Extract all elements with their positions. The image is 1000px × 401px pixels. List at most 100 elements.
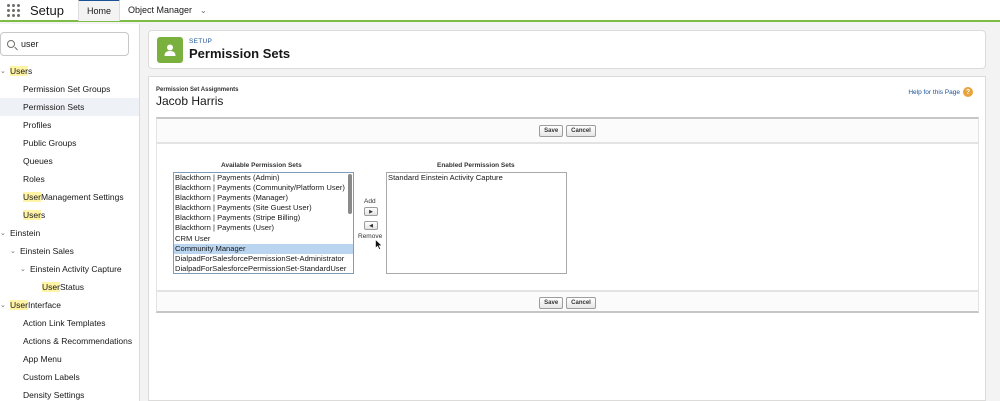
available-permission-sets-list[interactable]: Blackthorn | Payments (Admin) Blackthorn… xyxy=(173,172,354,274)
tree-label: Einstein Activity Capture xyxy=(30,264,122,274)
top-button-bar: Save Cancel xyxy=(156,117,979,143)
mouse-cursor-icon xyxy=(375,239,383,250)
bottom-button-bar: Save Cancel xyxy=(156,291,979,313)
cancel-button[interactable]: Cancel xyxy=(566,125,596,137)
chevron-down-icon[interactable]: ⌄ xyxy=(20,265,28,273)
tree-item-users[interactable]: ⌄ User s xyxy=(0,62,139,80)
tree-item-permission-sets[interactable]: Permission Sets xyxy=(0,98,139,116)
enabled-list-title: Enabled Permission Sets xyxy=(437,162,515,169)
section-label: Permission Set Assignments xyxy=(156,87,239,93)
cancel-button-bottom[interactable]: Cancel xyxy=(566,297,596,309)
tab-object-manager[interactable]: Object Manager ⌄ xyxy=(120,0,215,21)
add-arrow-button[interactable]: ▶ xyxy=(364,207,378,216)
global-header: Setup Home Object Manager ⌄ xyxy=(0,0,1000,22)
tree-item-profiles[interactable]: Profiles xyxy=(0,116,139,134)
save-button[interactable]: Save xyxy=(539,125,564,137)
tree-label: Einstein Sales xyxy=(20,246,74,256)
add-label: Add xyxy=(364,198,376,205)
tree-item-users-sub[interactable]: User s xyxy=(0,206,139,224)
enabled-permission-sets-list[interactable]: Standard Einstein Activity Capture xyxy=(386,172,567,274)
app-name: Setup xyxy=(30,2,64,18)
chevron-down-icon[interactable]: ⌄ xyxy=(10,247,18,255)
chevron-down-icon[interactable]: ⌄ xyxy=(0,229,8,237)
tree-label: Action Link Templates xyxy=(23,318,106,328)
arrow-right-icon: ▶ xyxy=(369,208,373,215)
tree-label: s xyxy=(27,66,33,76)
tree-item-queues[interactable]: Queues xyxy=(0,152,139,170)
tree-item-user-interface[interactable]: ⌄ User Interface xyxy=(0,296,139,314)
app-launcher-icon[interactable] xyxy=(0,0,26,21)
tree-label: Public Groups xyxy=(23,138,77,148)
list-option[interactable]: DialpadForSalesforcePermissionSet-Admini… xyxy=(174,254,353,264)
tree-label: s xyxy=(40,210,46,220)
tree-item-user-status[interactable]: User Status xyxy=(0,278,139,296)
tree-label: Profiles xyxy=(23,120,52,130)
chevron-down-icon[interactable]: ⌄ xyxy=(200,6,207,15)
tree-label: Einstein xyxy=(10,228,41,238)
list-option[interactable]: CRM User xyxy=(174,234,353,244)
help-icon[interactable]: ? xyxy=(963,87,973,97)
user-icon xyxy=(157,36,183,63)
help-link-text[interactable]: Help for this Page xyxy=(908,89,960,96)
available-list-title: Available Permission Sets xyxy=(221,162,302,169)
tree-item-density-settings[interactable]: Density Settings xyxy=(0,386,139,401)
tree-item-public-groups[interactable]: Public Groups xyxy=(0,134,139,152)
tree-label-highlight: User xyxy=(10,300,28,310)
page-title: Permission Sets xyxy=(189,46,291,61)
tree-label: Permission Sets xyxy=(23,102,85,112)
main-content: Permission Set Assignments Jacob Harris … xyxy=(148,76,986,401)
list-option[interactable]: Blackthorn | Payments (Manager) xyxy=(174,193,353,203)
tree-label: Density Settings xyxy=(23,390,85,400)
tree-label-highlight: User xyxy=(42,282,60,292)
user-name: Jacob Harris xyxy=(156,94,224,108)
list-option[interactable]: Blackthorn | Payments (Site Guest User) xyxy=(174,203,353,213)
tree-label: App Menu xyxy=(23,354,62,364)
breadcrumb[interactable]: SETUP xyxy=(189,38,290,45)
tree-item-custom-labels[interactable]: Custom Labels xyxy=(0,368,139,386)
tree-label-highlight: User xyxy=(10,66,28,76)
tree-label: Actions & Recommendations xyxy=(23,336,133,346)
tree-item-einstein-sales[interactable]: ⌄ Einstein Sales xyxy=(0,242,139,260)
chevron-down-icon[interactable]: ⌄ xyxy=(0,301,8,309)
scrollbar[interactable] xyxy=(348,174,352,214)
tab-label: Object Manager xyxy=(128,5,193,15)
tree-label-highlight: User xyxy=(23,210,41,220)
list-option[interactable]: Blackthorn | Payments (Stripe Billing) xyxy=(174,213,353,223)
tree-label: Custom Labels xyxy=(23,372,80,382)
arrow-left-icon: ◀ xyxy=(369,222,373,229)
list-option-selected[interactable]: Community Manager xyxy=(174,243,353,254)
tab-home[interactable]: Home xyxy=(77,0,120,21)
tree-item-einstein[interactable]: ⌄ Einstein xyxy=(0,224,139,242)
help-link[interactable]: Help for this Page? xyxy=(908,87,973,97)
save-button-bottom[interactable]: Save xyxy=(539,297,564,309)
tree-label-highlight: User xyxy=(23,192,41,202)
tree-label: Management Settings xyxy=(40,192,124,202)
duel-list-section: Available Permission Sets Enabled Permis… xyxy=(156,143,979,291)
tree-item-roles[interactable]: Roles xyxy=(0,170,139,188)
tree-item-app-menu[interactable]: App Menu xyxy=(0,350,139,368)
tree-item-actions-recommendations[interactable]: Actions & Recommendations xyxy=(0,332,139,350)
tab-label: Home xyxy=(86,6,111,16)
chevron-down-icon[interactable]: ⌄ xyxy=(0,67,8,75)
tree-item-permission-set-groups[interactable]: Permission Set Groups xyxy=(0,80,139,98)
tree-label: Interface xyxy=(27,300,62,310)
search-icon xyxy=(7,40,15,48)
list-option[interactable]: Blackthorn | Payments (Community/Platfor… xyxy=(174,183,353,193)
tree-label: Roles xyxy=(23,174,45,184)
tree-label: Permission Set Groups xyxy=(23,84,111,94)
remove-arrow-button[interactable]: ◀ xyxy=(364,221,378,230)
page-header: SETUP Permission Sets xyxy=(148,30,986,69)
tree-label: Queues xyxy=(23,156,53,166)
tree-item-action-link-templates[interactable]: Action Link Templates xyxy=(0,314,139,332)
tree-item-user-management-settings[interactable]: User Management Settings xyxy=(0,188,139,206)
tree-item-einstein-activity-capture[interactable]: ⌄ Einstein Activity Capture xyxy=(0,260,139,278)
tree-label: Status xyxy=(59,282,85,292)
setup-tree: ⌄ User s Permission Set Groups Permission … xyxy=(0,62,139,401)
list-option[interactable]: Standard Einstein Activity Capture xyxy=(387,173,566,183)
list-option[interactable]: Blackthorn | Payments (Admin) xyxy=(174,173,353,183)
quick-find[interactable] xyxy=(0,32,129,56)
quick-find-input[interactable] xyxy=(21,39,121,49)
list-option[interactable]: DialpadForSalesforcePermissionSet-Standa… xyxy=(174,264,353,273)
list-option[interactable]: Blackthorn | Payments (User) xyxy=(174,223,353,233)
setup-sidebar: ⌄Users Permission Set Groups Permission … xyxy=(0,24,140,401)
